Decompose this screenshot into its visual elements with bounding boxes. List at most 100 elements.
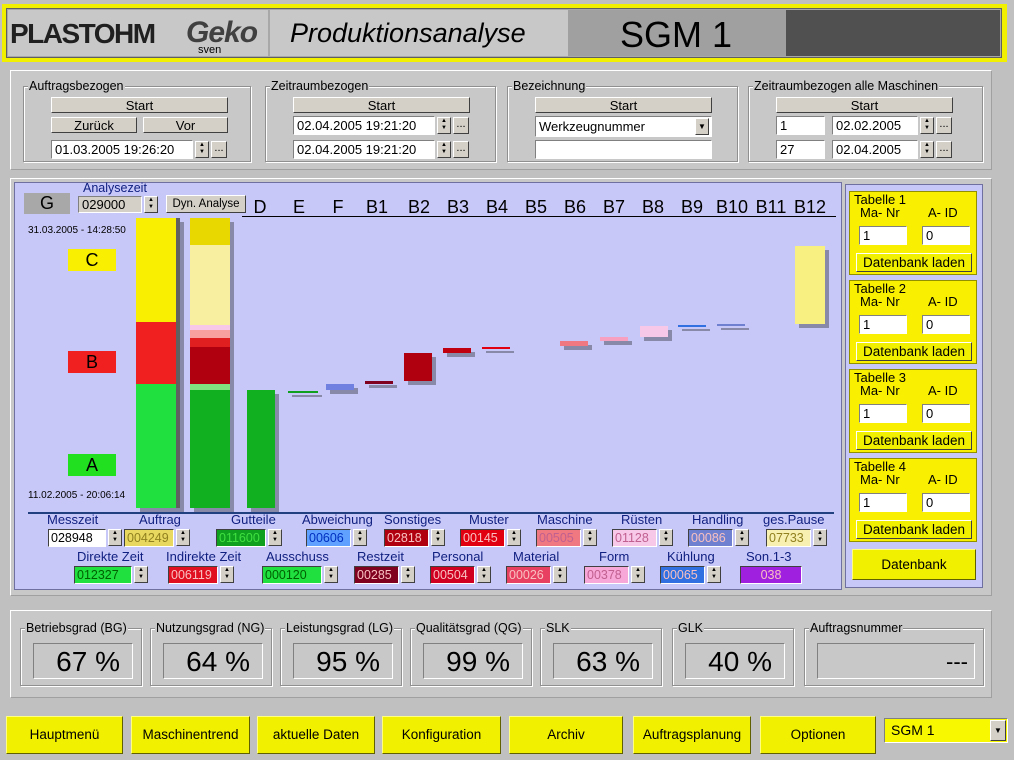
kpi-label: Leistungsgrad (LG) (285, 621, 395, 635)
legend-label: Maschine (537, 512, 593, 527)
load-database-button[interactable]: Datenbank laden (856, 253, 972, 272)
legend-spinner[interactable]: ▲ ▼ (553, 566, 567, 583)
legend-value[interactable]: 004249 (124, 529, 174, 547)
legend-value[interactable]: 028948 (48, 529, 106, 547)
legend-spinner[interactable]: ▲ ▼ (813, 529, 827, 546)
legend-label: Sonstiges (384, 512, 442, 527)
e-bar (288, 391, 318, 393)
a-id-field[interactable]: 0 (922, 493, 970, 512)
e-bar-shadow (292, 395, 322, 397)
legend-spinner[interactable]: ▲ ▼ (707, 566, 721, 583)
nav-button-archiv[interactable]: Archiv (509, 716, 623, 754)
datenbank-button[interactable]: Datenbank (852, 549, 976, 580)
legend-label: Rüsten (621, 512, 663, 527)
legend-value[interactable]: 01128 (612, 529, 657, 547)
nav-button-aktuelledaten[interactable]: aktuelle Daten (257, 716, 375, 754)
nav-button-auftragsplanung[interactable]: Auftragsplanung (633, 716, 751, 754)
legend-label: Personal (432, 549, 484, 564)
legend-label: Form (599, 549, 630, 564)
legend-value[interactable]: 00378 (584, 566, 629, 584)
nav-button-hauptmen[interactable]: Hauptmenü (6, 716, 123, 754)
a-id-label: A- ID (928, 383, 958, 398)
legend-spinner[interactable]: ▲ ▼ (477, 566, 491, 583)
legend-spinner[interactable]: ▲ ▼ (507, 529, 521, 546)
legend-value[interactable]: 038 (740, 566, 802, 584)
g2-shadow (176, 218, 180, 508)
b1-bar (365, 381, 393, 384)
b12-bar (795, 246, 825, 324)
legend-value[interactable]: 02818 (384, 529, 429, 547)
nav-button-optionen[interactable]: Optionen (760, 716, 876, 754)
kpi-label: Betriebsgrad (BG) (25, 621, 128, 635)
legend-label: Restzeit (357, 549, 404, 564)
legend-value[interactable]: 00086 (688, 529, 733, 547)
legend-value[interactable]: 012327 (74, 566, 132, 584)
ma-nr-field[interactable]: 1 (859, 404, 907, 423)
legend-value[interactable]: 00606 (306, 529, 351, 547)
a-id-field[interactable]: 0 (922, 315, 970, 334)
legend-spinner[interactable]: ▲ ▼ (324, 566, 338, 583)
legend-label: Muster (469, 512, 509, 527)
legend-spinner[interactable]: ▲ ▼ (401, 566, 415, 583)
kpi-value: --- (817, 643, 975, 679)
kpi-group: Nutzungsgrad (NG) 64 % (150, 621, 272, 686)
legend-value[interactable]: 011600 (216, 529, 266, 547)
b1-bar-shadow (369, 385, 397, 388)
kpi-group: Leistungsgrad (LG) 95 % (280, 621, 402, 686)
legend-value[interactable]: 006119 (168, 566, 218, 584)
legend-spinner[interactable]: ▲ ▼ (583, 529, 597, 546)
legend-label: Ausschuss (266, 549, 329, 564)
nav-button-konfiguration[interactable]: Konfiguration (382, 716, 501, 754)
a-id-field[interactable]: 0 (922, 404, 970, 423)
legend-spinner[interactable]: ▲ ▼ (659, 529, 673, 546)
g-bar-c (136, 218, 176, 322)
legend-value[interactable]: 00065 (660, 566, 705, 584)
legend-value[interactable]: 07733 (766, 529, 811, 547)
d-bar (247, 390, 275, 508)
legend-value[interactable]: 000120 (262, 566, 322, 584)
table-2-group: Tabelle 2 Ma- Nr A- ID 1 0 Datenbank laden (849, 280, 977, 364)
load-database-button[interactable]: Datenbank laden (856, 520, 972, 539)
legend-value[interactable]: 00504 (430, 566, 475, 584)
kpi-value: 40 % (685, 643, 785, 679)
legend-label: Messzeit (47, 512, 99, 527)
b9-bar (717, 324, 745, 326)
legend-value[interactable]: 00145 (460, 529, 505, 547)
kpi-label: Nutzungsgrad (NG) (155, 621, 266, 635)
b8-bar (678, 325, 706, 327)
load-database-button[interactable]: Datenbank laden (856, 342, 972, 361)
legend-spinner[interactable]: ▲ ▼ (176, 529, 190, 546)
legend-spinner[interactable]: ▲ ▼ (735, 529, 749, 546)
load-database-button[interactable]: Datenbank laden (856, 431, 972, 450)
g2-bar-b2 (190, 338, 230, 347)
legend-value[interactable]: 00285 (354, 566, 399, 584)
ma-nr-field[interactable]: 1 (859, 315, 907, 334)
g2-bar-light (190, 384, 230, 390)
legend-spinner[interactable]: ▲ ▼ (268, 529, 282, 546)
kpi-group: GLK 40 % (672, 621, 794, 686)
kpi-group: Auftragsnummer --- (804, 621, 984, 686)
legend-value[interactable]: 00505 (536, 529, 581, 547)
legend-spinner[interactable]: ▲ ▼ (631, 566, 645, 583)
a-id-field[interactable]: 0 (922, 226, 970, 245)
kpi-group: Betriebsgrad (BG) 67 % (20, 621, 142, 686)
kpi-value: 95 % (293, 643, 393, 679)
machine-select-arrow[interactable]: ▼ (990, 720, 1006, 741)
legend-spinner[interactable]: ▲ ▼ (108, 529, 122, 546)
legend-spinner[interactable]: ▲ ▼ (220, 566, 234, 583)
legend-label: Gutteile (231, 512, 276, 527)
g2-bar-c (190, 245, 230, 325)
legend-spinner[interactable]: ▲ ▼ (353, 529, 367, 546)
b7-bar (640, 326, 668, 337)
nav-button-maschinentrend[interactable]: Maschinentrend (131, 716, 250, 754)
ma-nr-field[interactable]: 1 (859, 493, 907, 512)
ma-nr-field[interactable]: 1 (859, 226, 907, 245)
legend-spinner[interactable]: ▲ ▼ (134, 566, 148, 583)
legend-spinner[interactable]: ▲ ▼ (431, 529, 445, 546)
table-3-group: Tabelle 3 Ma- Nr A- ID 1 0 Datenbank laden (849, 369, 977, 453)
b8-bar-shadow (682, 329, 710, 331)
legend-value[interactable]: 00026 (506, 566, 551, 584)
g2-bar-a (190, 390, 230, 508)
b6-bar (600, 337, 628, 341)
kpi-group: Qualitätsgrad (QG) 99 % (410, 621, 532, 686)
